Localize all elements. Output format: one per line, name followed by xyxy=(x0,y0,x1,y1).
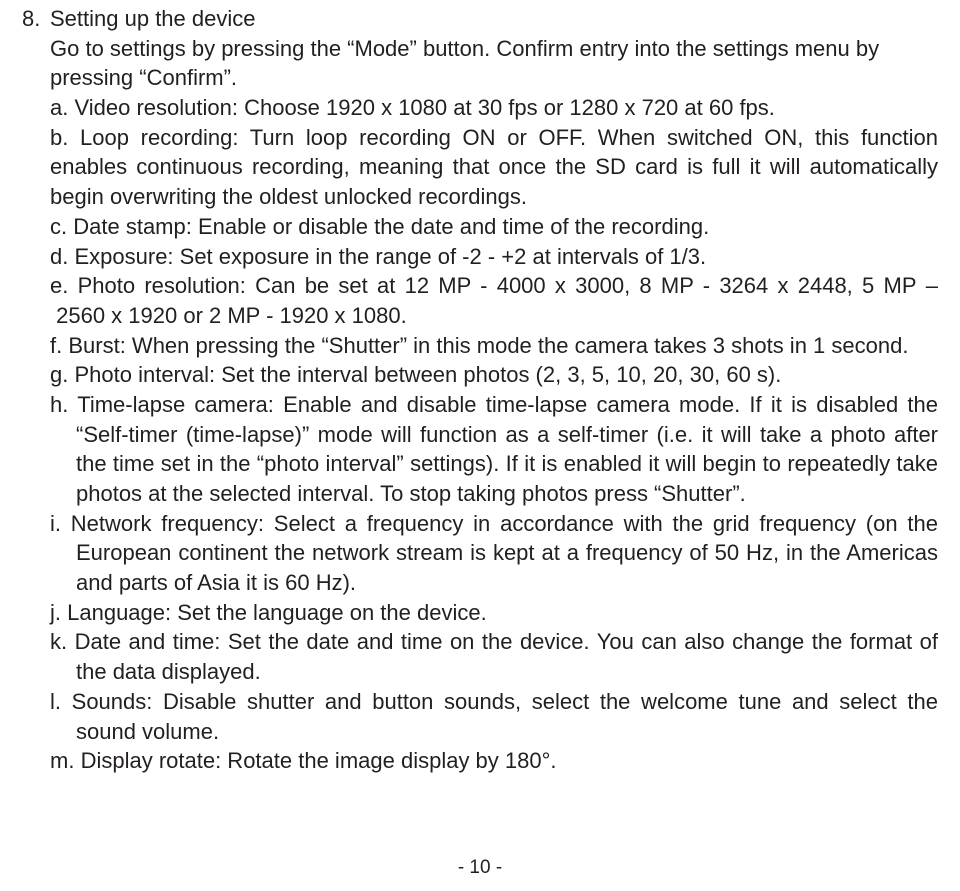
item-text: Photo interval: Set the interval between… xyxy=(74,362,781,387)
list-item: k. Date and time: Set the date and time … xyxy=(50,627,938,686)
item-text: Time-lapse camera: Enable and disable ti… xyxy=(76,392,938,506)
item-text: Date stamp: Enable or disable the date a… xyxy=(73,214,709,239)
section-title: Setting up the device xyxy=(50,4,938,34)
item-marker: g. xyxy=(50,362,68,387)
list-item: a. Video resolution: Choose 1920 x 1080 … xyxy=(50,93,938,123)
item-marker: k. xyxy=(50,629,67,654)
settings-list: a. Video resolution: Choose 1920 x 1080 … xyxy=(50,93,938,776)
list-item: b. Loop recording: Turn loop recording O… xyxy=(50,123,938,212)
list-item: i. Network frequency: Select a frequency… xyxy=(50,509,938,598)
list-item: e. Photo resolution: Can be set at 12 MP… xyxy=(50,271,938,330)
list-item: g. Photo interval: Set the interval betw… xyxy=(50,360,938,390)
list-item: f. Burst: When pressing the “Shutter” in… xyxy=(50,331,938,361)
item-text: Display rotate: Rotate the image display… xyxy=(81,748,557,773)
item-marker: d. xyxy=(50,244,68,269)
item-marker: i. xyxy=(50,511,61,536)
item-text: Sounds: Disable shutter and button sound… xyxy=(72,689,938,744)
list-item: l. Sounds: Disable shutter and button so… xyxy=(50,687,938,746)
section-heading: 8. Setting up the device xyxy=(22,4,938,34)
item-text: Loop recording: Turn loop recording ON o… xyxy=(50,125,938,209)
item-marker: a. xyxy=(50,95,68,120)
item-marker: f. xyxy=(50,333,62,358)
item-text: Photo resolution: Can be set at 12 MP - … xyxy=(50,273,938,328)
item-marker: j. xyxy=(50,600,61,625)
list-item: h. Time-lapse camera: Enable and disable… xyxy=(50,390,938,509)
item-marker: c. xyxy=(50,214,67,239)
section-intro: Go to settings by pressing the “Mode” bu… xyxy=(50,34,938,93)
list-item: m. Display rotate: Rotate the image disp… xyxy=(50,746,938,776)
item-marker: h. xyxy=(50,392,68,417)
item-text: Burst: When pressing the “Shutter” in th… xyxy=(68,333,908,358)
list-item: d. Exposure: Set exposure in the range o… xyxy=(50,242,938,272)
page-number: - 10 - xyxy=(0,855,960,881)
list-item: c. Date stamp: Enable or disable the dat… xyxy=(50,212,938,242)
item-text: Exposure: Set exposure in the range of -… xyxy=(74,244,706,269)
item-text: Language: Set the language on the device… xyxy=(67,600,487,625)
item-text: Network frequency: Select a frequency in… xyxy=(71,511,938,595)
item-text: Video resolution: Choose 1920 x 1080 at … xyxy=(74,95,774,120)
item-marker: m. xyxy=(50,748,74,773)
item-marker: b. xyxy=(50,125,68,150)
item-marker: e. xyxy=(50,273,68,298)
list-item: j. Language: Set the language on the dev… xyxy=(50,598,938,628)
item-text: Date and time: Set the date and time on … xyxy=(75,629,938,684)
item-marker: l. xyxy=(50,689,61,714)
section-number: 8. xyxy=(22,4,50,34)
